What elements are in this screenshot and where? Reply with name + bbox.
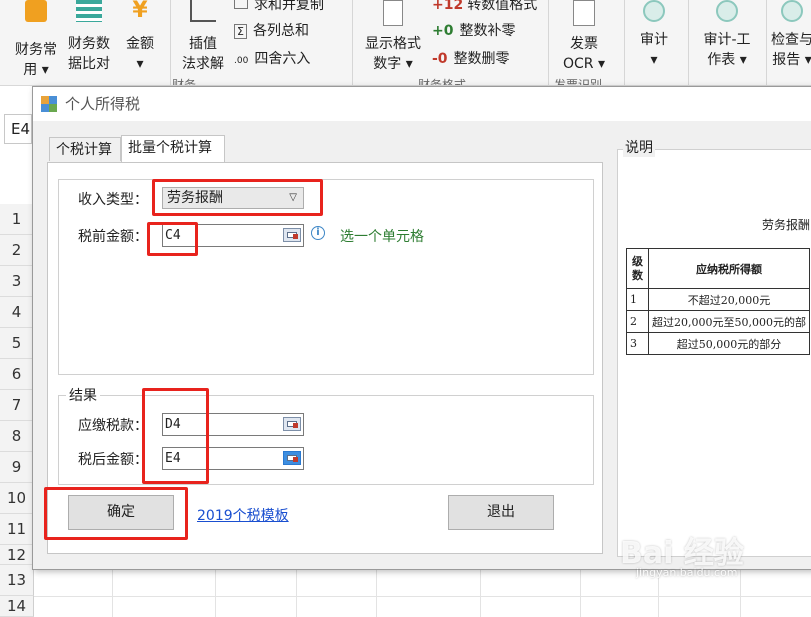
round-icon: .00 [234, 56, 249, 66]
row-header[interactable]: 5 [0, 328, 34, 359]
group-label-format: 财务格式 [418, 78, 467, 86]
row-header[interactable]: 2 [0, 235, 34, 266]
group-label-finance: 财务 [172, 78, 197, 86]
row-header[interactable]: 10 [0, 483, 34, 514]
select-cell-hint: 选一个单元格 [340, 229, 424, 245]
row-header[interactable]: 11 [0, 514, 34, 545]
row-header[interactable]: 12 [0, 545, 34, 565]
grid-line [34, 596, 811, 597]
row-header[interactable]: 9 [0, 452, 34, 483]
description-title: 劳务报酬 [762, 218, 811, 232]
tax-template-link[interactable]: 2019个税模板 [197, 505, 289, 525]
yen-icon: ¥ [132, 0, 148, 23]
finance-common-button[interactable]: 财务常 用 ▾ [10, 0, 62, 80]
dialog-titlebar[interactable]: 个人所得税 [33, 87, 811, 121]
highlight-box [152, 179, 323, 216]
display-format-button[interactable]: 显示格式 数字 ▾ [360, 0, 426, 74]
invoice-ocr-button[interactable]: 发票 OCR ▾ [556, 0, 612, 74]
ribbon-separator [548, 0, 549, 85]
highlight-box [44, 487, 188, 540]
display-format-icon [383, 0, 403, 26]
description-panel: 劳务报酬 级数 应纳税所得额 1 不超过20,000元 2 超过20,000元至… [617, 137, 811, 557]
to-number-button[interactable]: +12 转数值格式 [432, 0, 537, 14]
row-header[interactable]: 7 [0, 390, 34, 421]
audit-worksheet-icon [716, 0, 738, 22]
result-legend: 结果 [66, 385, 100, 405]
sum-copy-button[interactable]: 求和并复制 [234, 0, 324, 14]
description-frame: 劳务报酬 级数 应纳税所得额 1 不超过20,000元 2 超过20,000元至… [617, 149, 811, 557]
row-header[interactable]: 4 [0, 297, 34, 328]
ribbon-separator [170, 0, 171, 85]
remove-zero-button[interactable]: -0 整数删零 [432, 48, 510, 68]
income-type-label: 收入类型： [78, 192, 148, 208]
check-report-button[interactable]: 检查与 报告 ▾ [770, 0, 811, 70]
ribbon-separator [352, 0, 353, 85]
table-row: 1 不超过20,000元 [626, 288, 810, 311]
table-header: 应纳税所得额 [648, 248, 810, 289]
tab-tax-calc[interactable]: 个税计算 [49, 137, 121, 161]
finance-common-icon [25, 0, 47, 22]
table-row: 3 超过50,000元的部分 [626, 332, 810, 355]
baidu-watermark-url: jingyan.baidu.com [636, 566, 738, 579]
audit-worksheet-button[interactable]: 审计-工 作表 ▾ [694, 0, 760, 70]
highlight-box [147, 222, 198, 256]
pretax-amount-label: 税前金额： [78, 229, 148, 245]
column-sum-button[interactable]: Σ 各列总和 [234, 20, 309, 40]
pad-zero-button[interactable]: +0 整数补零 [432, 20, 515, 40]
name-box[interactable]: E4 [4, 114, 32, 144]
sigma-icon: Σ [234, 24, 247, 39]
range-picker-icon[interactable] [283, 417, 301, 431]
highlight-box [142, 388, 209, 484]
ribbon-separator [766, 0, 767, 85]
table-header: 级数 [626, 248, 649, 289]
exit-button[interactable]: 退出 [448, 495, 554, 530]
data-compare-button[interactable]: 财务数 据比对 [64, 0, 114, 74]
result-group [58, 395, 594, 485]
amount-button[interactable]: ¥ 金额 ▾ [120, 0, 160, 74]
audit-icon [643, 0, 665, 22]
app-icon [41, 96, 57, 112]
interpolation-icon [190, 0, 216, 22]
row-header[interactable]: 8 [0, 421, 34, 452]
ribbon-separator [624, 0, 625, 85]
tax-payable-label: 应缴税款： [78, 418, 148, 434]
table-header-row: 级数 应纳税所得额 [626, 248, 810, 289]
round-button[interactable]: .00 四舍六入 [234, 48, 310, 68]
tab-batch-tax-calc[interactable]: 批量个税计算 [121, 135, 225, 162]
check-report-icon [781, 0, 803, 22]
row-header[interactable]: 14 [0, 596, 34, 617]
range-picker-icon[interactable] [283, 451, 301, 465]
row-header[interactable]: 6 [0, 359, 34, 390]
after-tax-label: 税后金额： [78, 452, 148, 468]
row-header[interactable]: 3 [0, 266, 34, 297]
ribbon-toolbar: 财务常 用 ▾ 财务数 据比对 ¥ 金额 ▾ 插值 法求解 求和并复制 Σ 各列总… [0, 0, 811, 86]
description-legend: 说明 [623, 137, 655, 157]
data-compare-icon [76, 0, 102, 22]
range-picker-icon[interactable] [283, 228, 301, 242]
row-header[interactable]: 13 [0, 565, 34, 596]
ribbon-separator [688, 0, 689, 85]
invoice-ocr-icon [573, 0, 595, 26]
row-header[interactable]: 1 [0, 204, 34, 235]
table-row: 2 超过20,000元至50,000元的部 [626, 310, 810, 333]
interpolation-button[interactable]: 插值 法求解 [176, 0, 230, 74]
sum-copy-icon [234, 0, 248, 9]
audit-button[interactable]: 审计 ▾ [630, 0, 678, 70]
info-icon: i [311, 226, 325, 240]
dialog-title: 个人所得税 [65, 95, 141, 113]
group-label-invoice: 发票识别 [554, 78, 603, 86]
tax-rate-table: 级数 应纳税所得额 1 不超过20,000元 2 超过20,000元至50,00… [626, 248, 810, 355]
